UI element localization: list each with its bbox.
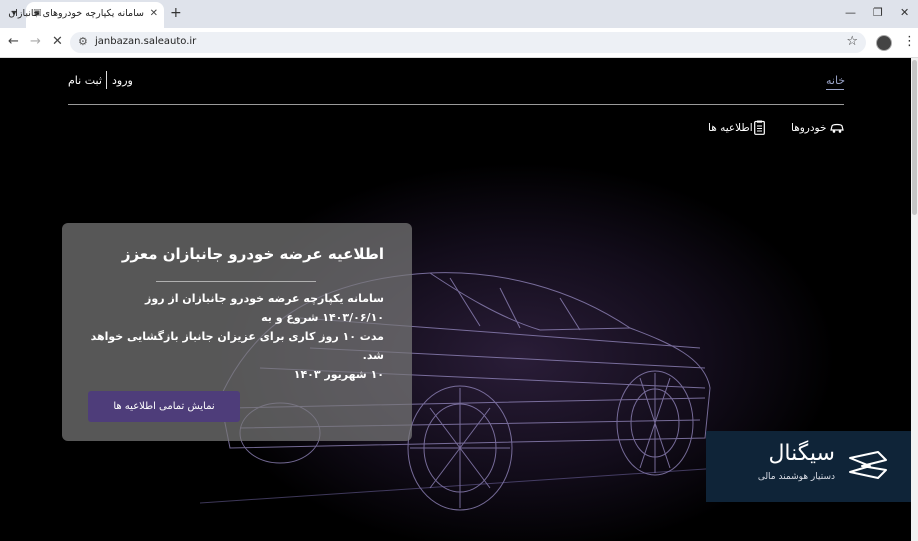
new-tab-button[interactable]: + [170,5,182,21]
stop-icon[interactable]: ✕ [52,35,63,49]
browser-tab-strip: ▾ ▣ سامانه یکپارچه خودروهای جانبازان ✕ +… [0,0,918,28]
menu-kebab-icon[interactable]: ⋮ [903,34,916,49]
show-all-notices-button[interactable]: نمایش تمامی اطلاعیه ها [88,391,240,422]
profile-avatar[interactable] [876,35,892,51]
watermark-name: سیگنال [768,441,835,466]
watermark-tagline: دستیار هوشمند مالی [757,472,835,482]
close-window-button[interactable]: ✕ [900,6,909,19]
announcement-line: سامانه یکپارچه عرضه خودرو جانبازان از رو… [145,292,384,324]
close-tab-icon[interactable]: ✕ [150,8,158,19]
tab-title: سامانه یکپارچه خودروهای جانبازان [8,8,144,19]
clipboard-icon [754,120,765,135]
register-link[interactable]: ثبت نام [68,74,102,87]
car-icon [830,123,844,133]
signal-watermark: سیگنال دستیار هوشمند مالی [706,431,911,502]
announcement-date: ۱۰ شهریور ۱۴۰۳ [293,368,384,381]
announcement-card: اطلاعیه عرضه خودرو جانبازان معزز سامانه … [62,223,412,441]
home-active-underline [826,89,844,90]
nav-cars-link[interactable]: خودروها [791,122,826,134]
announcement-body: سامانه یکپارچه عرضه خودرو جانبازان از رو… [84,289,384,384]
nav-notices-link[interactable]: اطلاعیه ها [708,122,753,134]
signal-logo-icon [849,451,887,479]
address-bar[interactable]: ⚙ janbazan.saleauto.ir ☆ [70,32,866,53]
back-icon[interactable]: ← [8,35,19,49]
home-link[interactable]: خانه [826,74,845,87]
browser-toolbar: ← → ✕ ⚙ janbazan.saleauto.ir ☆ [0,28,918,58]
minimize-button[interactable]: — [845,6,856,19]
header-separator [106,71,107,89]
announcement-title: اطلاعیه عرضه خودرو جانبازان معزز [121,245,384,263]
maximize-button[interactable]: ❐ [873,6,883,19]
card-divider [156,281,316,282]
announcement-line: مدت ۱۰ روز کاری برای عزیزان جانباز بازگش… [90,330,384,362]
login-link[interactable]: ورود [112,74,133,87]
url-text: janbazan.saleauto.ir [95,36,197,47]
header-divider [68,104,844,105]
scrollbar-thumb[interactable] [912,60,917,215]
bookmark-star-icon[interactable]: ☆ [846,34,858,49]
forward-icon[interactable]: → [30,35,41,49]
page-viewport: ورود ثبت نام خانه خودروها اطلاعیه ها اطل… [0,58,911,541]
browser-tab[interactable]: ▣ سامانه یکپارچه خودروهای جانبازان ✕ [8,2,164,28]
site-info-icon[interactable]: ⚙ [78,35,88,48]
